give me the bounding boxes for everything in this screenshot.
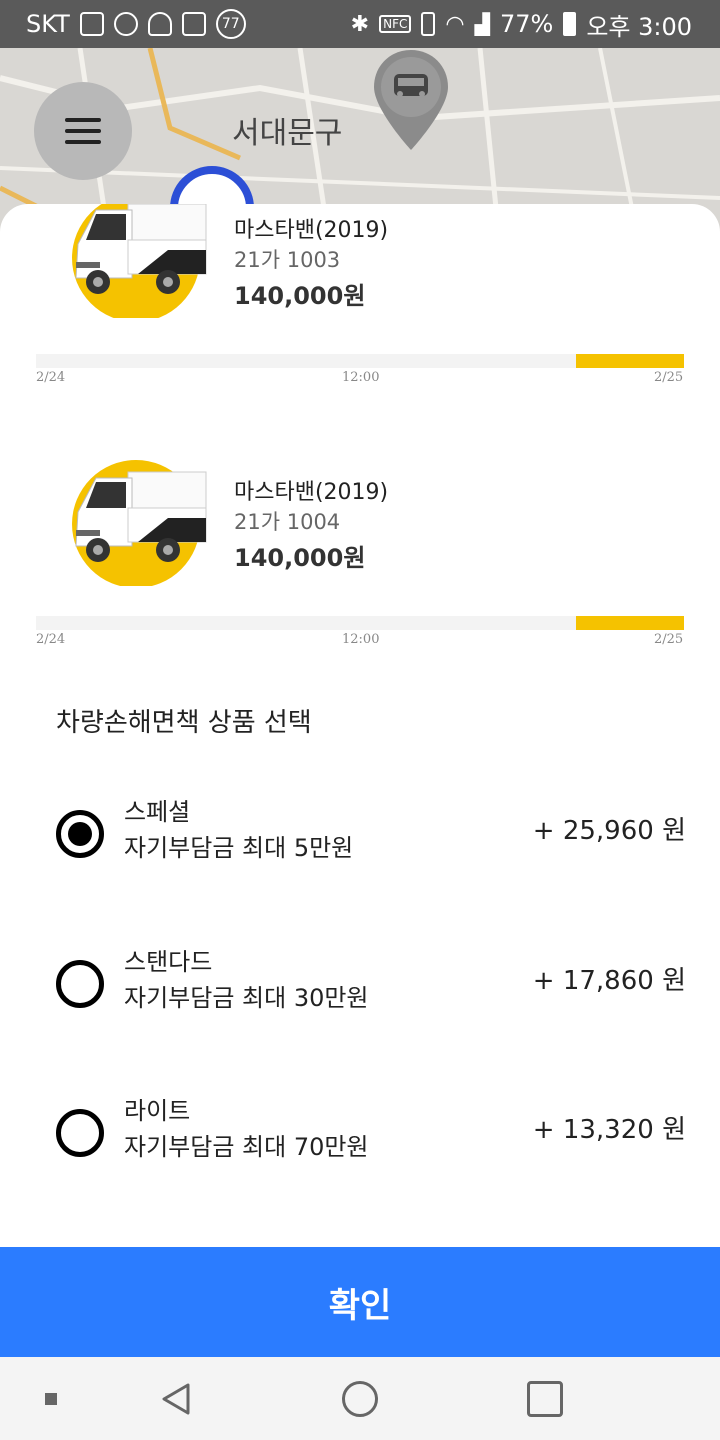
insurance-section-title: 차량손해면책 상품 선택 — [56, 708, 312, 738]
timeline-reserved-block — [576, 354, 684, 368]
option-name: 스탠다드 — [124, 948, 213, 976]
notification-dot-icon[interactable] — [45, 1393, 57, 1405]
vehicle-card[interactable]: 마스타밴(2019) 21가 1004 140,000원 2/24 12:00 … — [0, 458, 720, 718]
option-price: + 13,320 원 — [532, 1115, 686, 1145]
vehicle-thumbnail — [72, 460, 207, 586]
vehicle-price: 140,000원 — [234, 544, 366, 572]
back-icon[interactable] — [158, 1381, 194, 1417]
option-name: 스페셜 — [124, 798, 191, 826]
option-description: 자기부담금 최대 70만원 — [124, 1133, 369, 1161]
timeline-tick-mid: 12:00 — [342, 370, 380, 385]
option-name: 라이트 — [124, 1097, 191, 1125]
radio-button[interactable] — [56, 1109, 104, 1157]
signal-icon: ▟ — [474, 12, 490, 36]
radio-button-selected[interactable] — [56, 810, 104, 858]
bluetooth-icon: ✱ — [350, 11, 370, 37]
insurance-option-light[interactable]: 라이트 자기부담금 최대 70만원 + 13,320 원 — [0, 1087, 720, 1183]
district-label: 서대문구 — [232, 116, 343, 151]
vehicle-selection-sheet: 마스타밴(2019) 21가 1003 140,000원 2/24 12:00 … — [0, 204, 720, 1247]
vehicle-plate: 21가 1003 — [234, 248, 341, 272]
hamburger-icon — [65, 118, 101, 122]
confirm-button[interactable]: 확인 — [0, 1247, 720, 1357]
hamburger-icon-line — [65, 140, 101, 144]
timeline-tick-start: 2/24 — [36, 370, 66, 385]
timeline-reserved-block — [576, 616, 684, 630]
clock: 오후 3:00 — [586, 12, 692, 41]
recent-apps-icon[interactable] — [527, 1381, 563, 1417]
car-location-pin-icon[interactable] — [372, 48, 450, 152]
wifi-icon: ◠ — [445, 11, 465, 37]
nfc-icon: NFC — [379, 15, 412, 33]
timeline-tick-start: 2/24 — [36, 632, 66, 647]
badge-count-icon: 77 — [215, 9, 246, 39]
option-price: + 25,960 원 — [532, 816, 686, 846]
checklist-notification-icon — [181, 12, 206, 36]
carrier-label: SKT — [26, 10, 70, 38]
radio-button[interactable] — [56, 960, 104, 1008]
home-icon[interactable] — [342, 1381, 378, 1417]
option-description: 자기부담금 최대 5만원 — [124, 834, 354, 862]
vibrate-icon — [421, 12, 436, 36]
image-notification-icon — [79, 12, 104, 36]
podcast-notification-icon — [147, 12, 172, 36]
battery-percent: 77% — [499, 10, 554, 38]
vehicle-name: 마스타밴(2019) — [234, 480, 389, 505]
status-bar: SKT 77 ✱ NFC ◠ ▟ 77% 오후 3:00 — [0, 0, 720, 48]
timeline-tick-end: 2/25 — [654, 632, 684, 647]
timeline-tick-mid: 12:00 — [342, 632, 380, 647]
vehicle-price: 140,000원 — [234, 282, 366, 310]
availability-timeline — [36, 354, 684, 368]
option-description: 자기부담금 최대 30만원 — [124, 984, 369, 1012]
vehicle-plate: 21가 1004 — [234, 510, 341, 534]
menu-button[interactable] — [34, 82, 132, 180]
hamburger-icon-line — [65, 129, 101, 133]
app-notification-icon — [113, 12, 138, 36]
battery-icon — [563, 12, 577, 36]
insurance-option-standard[interactable]: 스탠다드 자기부담금 최대 30만원 + 17,860 원 — [0, 938, 720, 1034]
vehicle-thumbnail — [72, 204, 207, 318]
vehicle-name: 마스타밴(2019) — [234, 218, 389, 243]
availability-timeline — [36, 616, 684, 630]
system-navigation-bar — [0, 1357, 720, 1440]
vehicle-card[interactable]: 마스타밴(2019) 21가 1003 140,000원 2/24 12:00 … — [0, 204, 720, 462]
timeline-tick-end: 2/25 — [654, 370, 684, 385]
option-price: + 17,860 원 — [532, 966, 686, 996]
insurance-option-special[interactable]: 스페셜 자기부담금 최대 5만원 + 25,960 원 — [0, 788, 720, 884]
